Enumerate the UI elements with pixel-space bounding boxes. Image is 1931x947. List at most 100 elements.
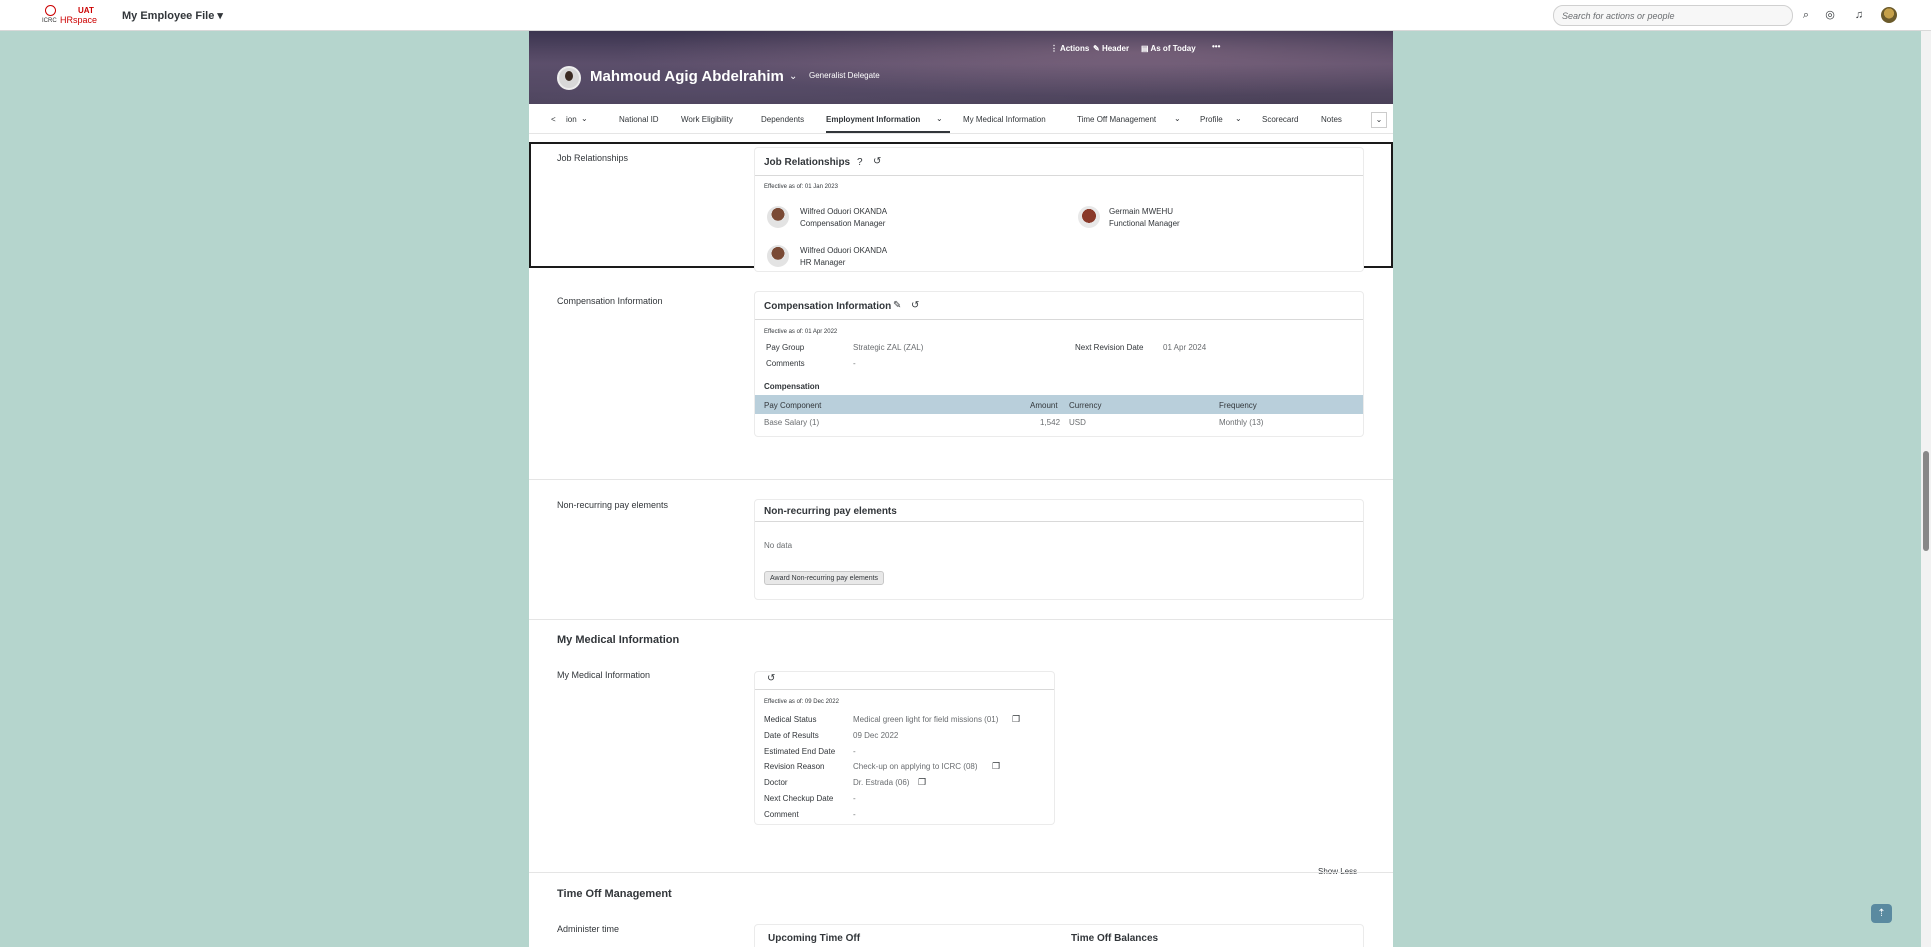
copy-icon[interactable]: ❐	[918, 777, 926, 788]
help-icon[interactable]: ?	[857, 157, 863, 168]
table-cell: USD	[1069, 418, 1086, 427]
company-logo[interactable]: ICRC UAT HRspace	[42, 5, 98, 27]
app-title-menu[interactable]: My Employee File ▾	[122, 9, 223, 22]
table-header: Pay Component Amount Currency Frequency	[755, 395, 1363, 414]
table-cell: Monthly (13)	[1219, 418, 1264, 427]
header-button[interactable]: ✎ Header	[1093, 44, 1129, 53]
field-label: Doctor	[764, 778, 788, 787]
field-label: Next Revision Date	[1075, 343, 1144, 352]
card-title: Upcoming Time Off	[768, 933, 861, 944]
section-label: Non-recurring pay elements	[557, 500, 669, 510]
logo-uat: UAT	[78, 6, 94, 15]
card-title: Compensation Information	[764, 301, 892, 312]
column-header: Frequency	[1219, 401, 1257, 410]
field-label: Comments	[766, 359, 805, 368]
person-avatar[interactable]	[767, 245, 789, 267]
employee-file-page: ⋮ Actions ✎ Header ▤ As of Today ••• Mah…	[529, 31, 1393, 947]
table-cell: 1,542	[1040, 418, 1061, 427]
copy-icon[interactable]: ❐	[1012, 714, 1020, 725]
search-input[interactable]: Search for actions or people	[1553, 5, 1793, 26]
tab-notes[interactable]: Notes	[1321, 115, 1342, 124]
chevron-down-icon[interactable]: ⌄	[1174, 114, 1181, 123]
field-value: Check-up on applying to ICRC (08)	[853, 762, 978, 771]
field-label: Estimated End Date	[764, 747, 836, 756]
section-tabs: < ion ⌄ National ID Work Eligibility Dep…	[529, 104, 1393, 134]
subsection-title: Compensation	[764, 382, 820, 391]
card-title: Job Relationships	[764, 157, 851, 168]
field-label: Comment	[764, 810, 799, 819]
employee-header: ⋮ Actions ✎ Header ▤ As of Today ••• Mah…	[529, 31, 1393, 104]
tab-partial[interactable]: ion	[566, 115, 577, 124]
field-value: -	[853, 794, 856, 803]
approvals-icon[interactable]: ◎	[1823, 8, 1837, 22]
section-label: Administer time	[557, 924, 620, 934]
person-avatar[interactable]	[767, 206, 789, 228]
field-value: Medical green light for field missions (…	[853, 715, 999, 724]
more-options-button[interactable]: •••	[1212, 42, 1220, 51]
user-avatar[interactable]	[1881, 7, 1897, 23]
chevron-down-icon[interactable]: ⌄	[581, 114, 588, 123]
field-label: Pay Group	[766, 343, 805, 352]
person-role: HR Manager	[800, 258, 846, 267]
medical-card: ↺ Effective as of: 09 Dec 2022 Medical S…	[754, 671, 1055, 825]
tab-employment-information[interactable]: Employment Information	[826, 115, 920, 124]
field-label: Medical Status	[764, 715, 817, 724]
field-value: Dr. Estrada (06)	[853, 778, 910, 787]
person-name[interactable]: Wilfred Oduori OKANDA	[800, 246, 887, 255]
history-icon[interactable]: ↺	[911, 300, 919, 311]
copy-icon[interactable]: ❐	[992, 761, 1000, 772]
column-header: Pay Component	[764, 401, 822, 410]
search-icon[interactable]: ⌕	[1799, 8, 1813, 22]
page-scrollbar[interactable]	[1921, 31, 1931, 947]
tab-time-off-management[interactable]: Time Off Management	[1077, 115, 1156, 124]
employee-name: Mahmoud Agig Abdelrahim	[590, 68, 784, 85]
field-value: 01 Apr 2024	[1163, 343, 1207, 352]
pencil-icon[interactable]: ✎	[893, 300, 901, 311]
logo-icrc: ICRC	[42, 18, 57, 24]
field-value: -	[853, 359, 856, 368]
no-data-text: No data	[764, 541, 793, 550]
tab-work-eligibility[interactable]: Work Eligibility	[681, 115, 733, 124]
scroll-to-top-button[interactable]: ⇡	[1871, 904, 1892, 923]
group-title: Time Off Management	[557, 888, 672, 900]
history-icon[interactable]: ↺	[767, 673, 775, 684]
time-off-card: Upcoming Time Off Time Off Balances	[754, 924, 1364, 947]
employee-title: Generalist Delegate	[809, 71, 880, 80]
tab-scorecard[interactable]: Scorecard	[1262, 115, 1298, 124]
as-of-today-button[interactable]: ▤ As of Today	[1141, 44, 1196, 53]
field-label: Date of Results	[764, 731, 819, 740]
field-value: -	[853, 810, 856, 819]
column-header: Amount	[1030, 401, 1058, 410]
tabs-overflow-button[interactable]: ⌄	[1371, 112, 1387, 128]
chevron-down-icon[interactable]: ⌄	[936, 114, 943, 123]
group-title: My Medical Information	[557, 634, 680, 646]
tab-national-id[interactable]: National ID	[619, 115, 659, 124]
employee-avatar	[557, 66, 581, 90]
tab-profile[interactable]: Profile	[1200, 115, 1223, 124]
person-role: Functional Manager	[1109, 219, 1180, 228]
actions-button[interactable]: ⋮ Actions	[1050, 44, 1089, 53]
bell-icon[interactable]: ♫	[1852, 8, 1866, 22]
person-name[interactable]: Wilfred Oduori OKANDA	[800, 207, 887, 216]
shell-bar: ICRC UAT HRspace My Employee File ▾ Sear…	[0, 0, 1931, 31]
person-name[interactable]: Germain MWEHU	[1109, 207, 1173, 216]
effective-date: Effective as of: 01 Apr 2022	[764, 329, 838, 335]
chevron-down-icon[interactable]: ⌄	[1235, 114, 1242, 123]
field-value: Strategic ZAL (ZAL)	[853, 343, 924, 352]
chevron-down-icon[interactable]: ⌄	[789, 71, 797, 82]
column-header: Currency	[1069, 401, 1102, 410]
field-label: Next Checkup Date	[764, 794, 834, 803]
field-value: 09 Dec 2022	[853, 731, 899, 740]
person-role: Compensation Manager	[800, 219, 886, 228]
logo-hrspace: HRspace	[60, 15, 98, 25]
history-icon[interactable]: ↺	[873, 156, 881, 167]
person-avatar[interactable]	[1078, 206, 1100, 228]
logo-emblem-icon	[45, 5, 56, 16]
tab-dependents[interactable]: Dependents	[761, 115, 804, 124]
section-label: Job Relationships	[557, 153, 629, 163]
section-label: My Medical Information	[557, 670, 651, 680]
tabs-prev-button[interactable]: <	[551, 115, 556, 124]
tab-my-medical-information[interactable]: My Medical Information	[963, 115, 1046, 124]
scrollbar-thumb[interactable]	[1923, 451, 1929, 551]
award-nonrecurring-button[interactable]: Award Non-recurring pay elements	[764, 571, 885, 585]
